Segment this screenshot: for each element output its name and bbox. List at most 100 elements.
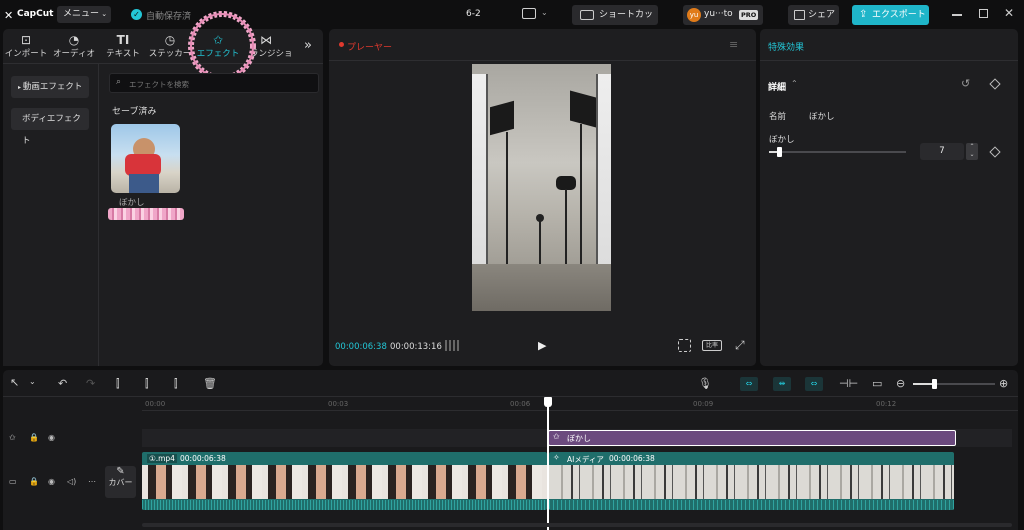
audio-icon: ◔ (68, 33, 80, 47)
avatar: yu (687, 8, 701, 22)
person-shirt (125, 154, 161, 176)
media-tabs-divider (3, 63, 323, 64)
menu-button[interactable]: メニュー ⌄ (57, 6, 111, 23)
minimize-icon[interactable] (952, 14, 962, 16)
video-preview[interactable] (472, 64, 611, 311)
ruler-label: 00:00 (145, 400, 166, 408)
player-header-divider (329, 60, 756, 61)
zoom-in-icon[interactable]: ⊕ (999, 377, 1008, 390)
tab-audio[interactable]: ◔ オーディオ (52, 32, 96, 62)
thumbnail-icon[interactable]: ▭ (872, 377, 882, 390)
effect-clip[interactable]: ✩ ぼかし (548, 430, 956, 446)
chevron-down-icon: ⌄ (99, 10, 108, 18)
softbox-light (570, 90, 596, 128)
title-bar: ✕ CapCut メニュー ⌄ ✓ 自動保存済 6-2 ⌄ ショートカット yu… (0, 0, 1024, 40)
linkage-icon[interactable]: ⇔ (805, 377, 823, 391)
preview-axis-icon[interactable]: ⊣⊢ (839, 377, 858, 390)
layout-chevron-icon[interactable]: ⌄ (541, 8, 548, 17)
clip1-label: ①.mp4 (147, 454, 177, 463)
player-current-time: 00:00:06:38 (335, 342, 387, 352)
reset-icon[interactable]: ↺ (961, 77, 970, 90)
main-track-magnet-icon[interactable]: ⇔ (740, 377, 758, 391)
video-track-icon: ▭ (9, 477, 17, 486)
cursor-chevron-icon[interactable]: ⌄ (29, 377, 36, 386)
project-name: 6-2 (466, 9, 481, 19)
effect-track-star-icon: ✩ (9, 433, 16, 442)
saved-section-title: セーブ済み (112, 107, 157, 117)
collapse-chevron-icon[interactable]: ⌃ (791, 79, 798, 88)
more-tabs-icon[interactable]: » (304, 38, 312, 53)
shortcut-button[interactable]: ショートカット (572, 5, 658, 40)
delete-icon[interactable]: 🗑 (203, 377, 217, 390)
ai-media-icon: ✧ (553, 453, 560, 462)
restore-icon[interactable] (979, 9, 988, 18)
zoom-slider-fill (913, 383, 934, 385)
fit-screen-icon[interactable] (678, 339, 691, 352)
layout-icon[interactable] (522, 8, 536, 19)
details-header-divider (760, 60, 1018, 61)
ruler-label: 00:03 (328, 400, 349, 408)
clip2-audio-wave (549, 500, 954, 510)
blur-slider-track[interactable] (769, 147, 906, 157)
timecode-grid-icon[interactable] (445, 340, 461, 351)
clip1-time: 00:00:06:38 (180, 454, 226, 463)
tab-audio-label: オーディオ (53, 49, 95, 59)
clip1-filmstrip (142, 465, 547, 499)
search-input[interactable]: エフェクトを検索 (129, 79, 189, 90)
tab-text[interactable]: TI テキスト (101, 32, 145, 62)
redo-icon[interactable]: ↷ (86, 377, 95, 390)
zoom-slider-track[interactable] (913, 379, 995, 389)
effect-track-lock-icon[interactable]: 🔒 (29, 433, 39, 442)
effects-search-box[interactable]: ⌕ エフェクトを検索 (109, 73, 319, 93)
player-total-time: 00:00:13:16 (390, 342, 442, 352)
zoom-slider-thumb[interactable] (932, 379, 937, 389)
person-jeans (129, 174, 159, 193)
stepper-up-icon[interactable]: ⌃ (966, 143, 978, 151)
share-label: シェア (808, 10, 836, 20)
autosave-status: 自動保存済 (146, 12, 192, 22)
sidebar-item-video-effects-label: 動画エフェクト (22, 82, 83, 92)
autosave-check-icon: ✓ (131, 9, 142, 20)
text-icon: TI (116, 33, 130, 47)
sidebar-item-video-effects[interactable]: ▸ 動画エフェクト (11, 76, 89, 98)
export-button[interactable]: ⇪ エクスポート (852, 5, 929, 25)
ratio-button[interactable]: 比率 (702, 340, 722, 351)
sidebar-item-body-effects[interactable]: ボディエフェクト (11, 108, 89, 146)
split-left-icon[interactable]: ⫿ (145, 377, 149, 391)
blur-value-input[interactable]: 7 (920, 143, 964, 160)
upload-icon: ⇪ (859, 9, 868, 20)
blur-slider-thumb[interactable] (777, 147, 782, 157)
ruler-label: 00:09 (693, 400, 714, 408)
tab-import[interactable]: ⊡ インポート (4, 32, 48, 62)
clip2-time: 00:00:06:38 (609, 454, 655, 463)
video-track-more-icon[interactable]: ⋯ (88, 477, 96, 486)
video-track-audio-icon[interactable]: ◁) (67, 477, 76, 486)
timeline-scrollbar[interactable] (142, 523, 1012, 527)
undo-icon[interactable]: ↶ (58, 377, 67, 390)
effect-track-eye-icon[interactable]: ◉ (48, 433, 55, 442)
microphone-icon[interactable]: 🎙 (698, 377, 712, 390)
cover-button[interactable]: ✎ カバー (105, 466, 136, 498)
play-icon[interactable]: ▶ (538, 339, 546, 352)
saved-effect-thumbnail[interactable] (111, 124, 180, 193)
video-track-eye-icon[interactable]: ◉ (48, 477, 55, 486)
video-clip-1[interactable]: ①.mp4 00:00:06:38 (142, 452, 547, 510)
split-icon[interactable]: ⫿ (116, 377, 120, 391)
player-menu-icon[interactable]: ≡ (729, 38, 738, 51)
share-button[interactable]: シェア (788, 5, 839, 25)
user-account-button[interactable]: yu yu···to PRO (683, 5, 763, 25)
tab-import-label: インポート (4, 49, 48, 59)
playhead-line[interactable] (547, 405, 549, 530)
video-track-lock-icon[interactable]: 🔒 (29, 477, 39, 486)
select-cursor-icon[interactable]: ↖ (10, 376, 19, 389)
auto-snap-icon[interactable]: ⇹ (773, 377, 791, 391)
video-clip-2[interactable]: ✧ AIメディア 00:00:06:38 (549, 452, 954, 510)
timeline-toolbar-divider (3, 396, 1018, 397)
fullscreen-icon[interactable]: ⤢ (735, 338, 745, 353)
pink-scribble-annotation (108, 208, 184, 220)
split-right-icon[interactable]: ⫿ (174, 377, 178, 391)
stepper-down-icon[interactable]: ⌄ (966, 151, 978, 159)
close-icon[interactable]: ✕ (1004, 6, 1014, 20)
zoom-out-icon[interactable]: ⊖ (896, 377, 905, 390)
blur-stepper[interactable]: ⌃ ⌄ (966, 143, 978, 160)
